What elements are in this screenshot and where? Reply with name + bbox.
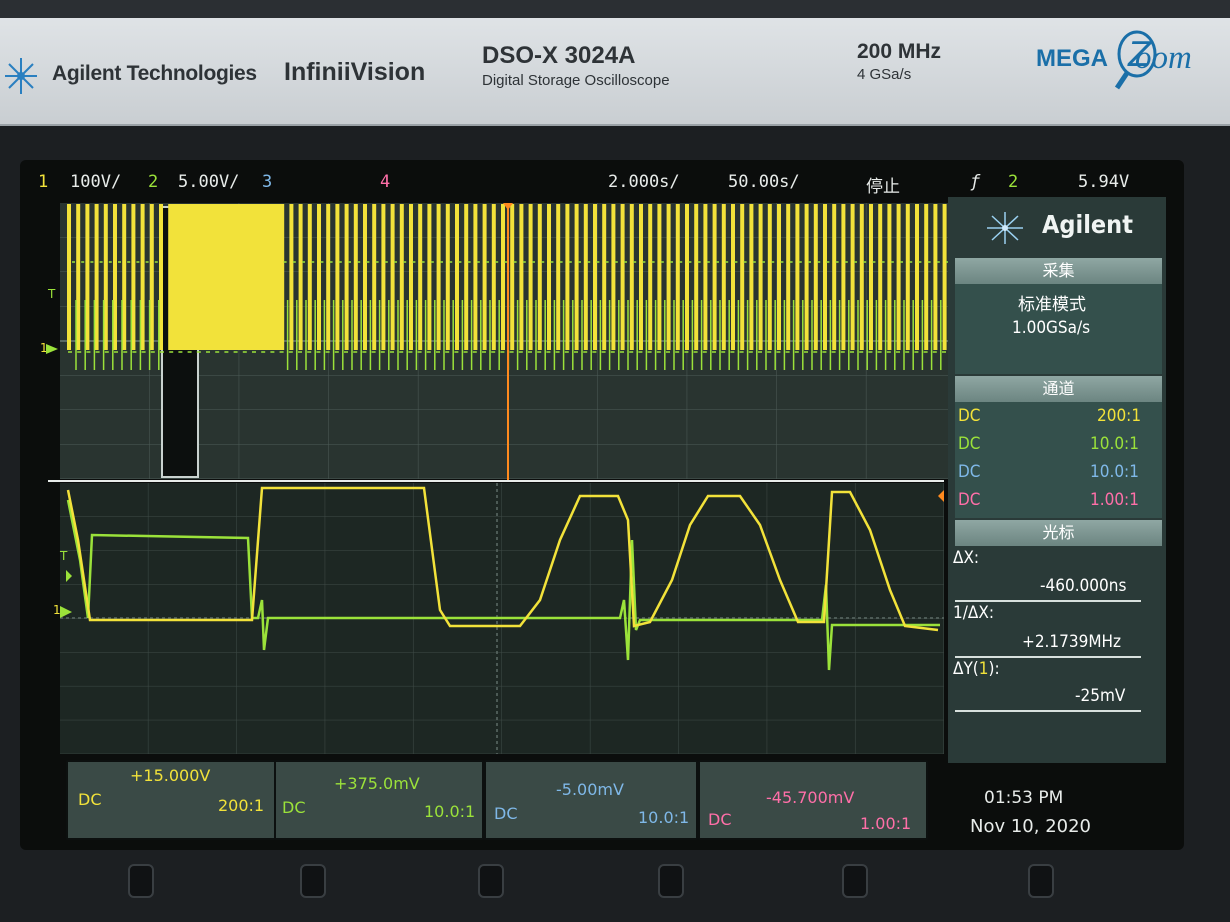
ch4-bar-coupling: DC [708,810,732,829]
ch1-bar-coupling: DC [78,790,102,809]
ch2-bar-coupling: DC [282,798,306,817]
cursor-dy-label-prefix: ΔY( [953,659,979,679]
cursor-dy-label-channel: 1 [978,659,989,679]
channels-section-header[interactable]: 通道 [955,376,1162,402]
panel-ch1-probe: 200:1 [1097,406,1142,426]
softkey-4-button[interactable] [658,864,684,898]
cursor-dy-label: ΔY(1): [953,659,1000,679]
acquire-sample-rate: 1.00GSa/s [1012,318,1091,338]
acquire-mode: 标准模式 [1018,295,1086,315]
ch2-bar-probe: 10.0:1 [424,802,476,821]
clock-time: 01:53 PM [984,788,1064,808]
panel-ch1-coupling: DC [958,406,981,426]
upper-trigger-marker: T [47,287,56,301]
softkey-1-button[interactable] [128,864,154,898]
ch1-bar-probe: 200:1 [218,796,265,815]
softkey-6-button[interactable] [1028,864,1054,898]
lower-ground-marker: 1 [53,603,61,617]
ch4-bar-probe: 1.00:1 [860,814,912,833]
cursor-inv-dx-value: +2.1739MHz [1022,632,1122,652]
panel-ch3-coupling: DC [958,462,981,482]
cursor-dy-label-suffix: ): [988,659,1000,679]
ch3-bar-coupling: DC [494,804,518,823]
cursor-dx-label: ΔX: [953,548,980,568]
lower-trigger-marker: T [59,549,68,563]
cursors-section-header[interactable]: 光标 [955,520,1162,546]
agilent-panel-logo-icon [987,212,1023,244]
cursor-dy-divider [955,710,1141,712]
ch3-info-box[interactable] [484,760,698,840]
ch2-offset: +375.0mV [334,774,420,793]
upper-ground-arrow-icon [46,344,58,354]
acquire-section-header[interactable]: 采集 [955,258,1162,284]
cursor-dx-value: -460.000ns [1040,576,1127,596]
cursor-inv-dx-divider [955,656,1141,658]
ch4-offset: -45.700mV [766,788,855,807]
softkey-3-button[interactable] [478,864,504,898]
ch2-info-box[interactable] [274,760,484,840]
ch3-bar-probe: 10.0:1 [638,808,690,827]
panel-ch4-probe: 1.00:1 [1090,490,1139,510]
clock-date: Nov 10, 2020 [970,816,1092,837]
softkey-5-button[interactable] [842,864,868,898]
ch3-offset: -5.00mV [556,780,624,799]
softkey-2-button[interactable] [300,864,326,898]
ch1-offset: +15.000V [130,766,211,785]
panel-ch3-probe: 10.0:1 [1090,462,1139,482]
panel-agilent-label: Agilent [1042,210,1133,239]
panel-ch2-coupling: DC [958,434,981,454]
cursor-dy-value: -25mV [1075,686,1126,706]
panel-ch2-probe: 10.0:1 [1090,434,1139,454]
cursor-inv-dx-label: 1/ΔX: [953,603,994,623]
panel-ch4-coupling: DC [958,490,981,510]
cursor-dx-divider [955,600,1141,602]
